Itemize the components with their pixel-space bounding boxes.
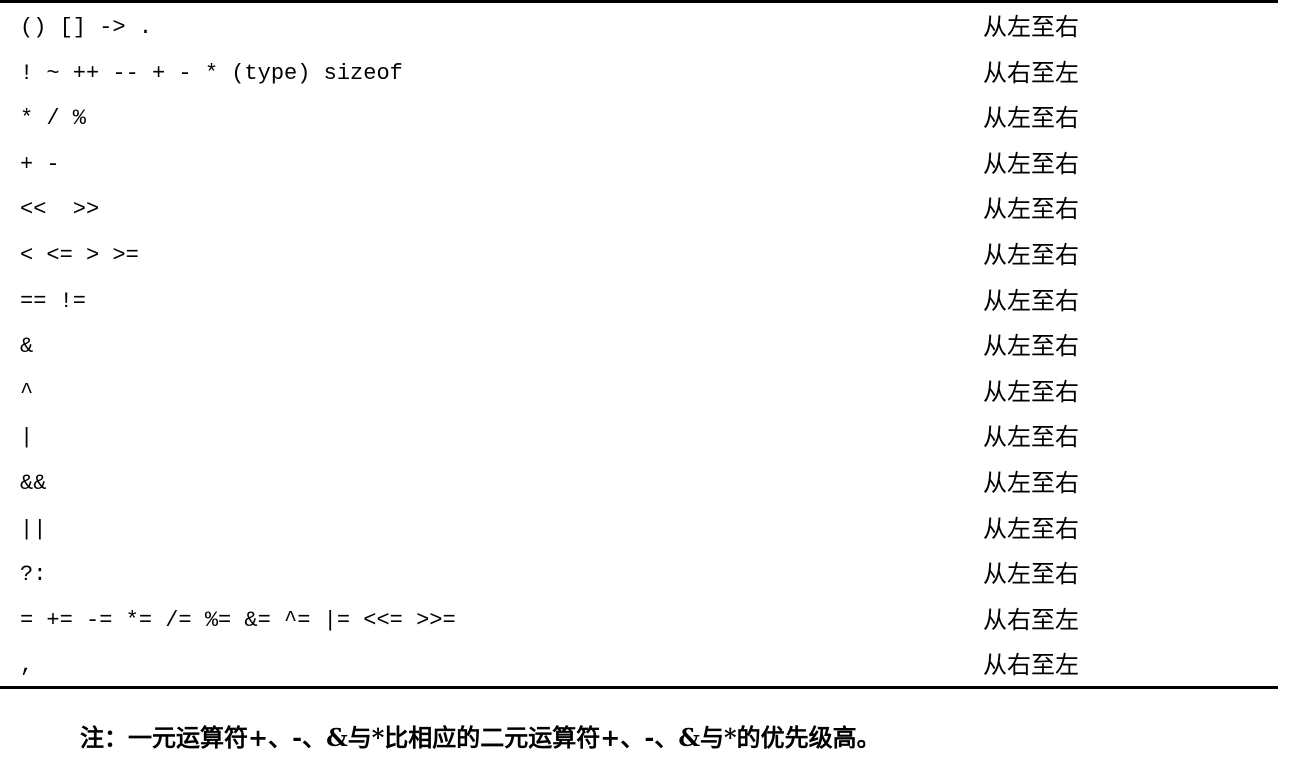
associativity-cell: 从左至右	[983, 13, 1079, 41]
table-row: | 从左至右	[0, 415, 1278, 461]
operators-cell: &&	[20, 470, 47, 496]
operators-cell: < <= > >=	[20, 242, 139, 268]
associativity-cell: 从左至右	[983, 240, 1079, 269]
table-row: ^ 从左至右	[0, 370, 1278, 416]
associativity-cell: 从左至右	[983, 286, 1079, 315]
table-row: + - 从左至右	[0, 142, 1278, 188]
table-row: ?: 从左至右	[0, 552, 1278, 598]
operators-cell: * / %	[20, 106, 87, 132]
operators-cell: |	[20, 425, 34, 451]
associativity-cell: 从左至右	[983, 149, 1079, 178]
table-top-rule	[0, 0, 1278, 3]
associativity-cell: 从左至右	[983, 332, 1079, 361]
operators-cell: << >>	[20, 197, 100, 223]
operators-cell: ||	[20, 516, 47, 542]
operators-cell: = += -= *= /= %= &= ^= |= <<= >>=	[20, 607, 456, 633]
associativity-cell: 从左至右	[983, 560, 1079, 589]
operator-precedence-table: () [] -> . 从左至右 ! ~ ++ -- + - * (type) s…	[0, 5, 1278, 689]
associativity-cell: 从右至左	[983, 651, 1079, 680]
associativity-cell: 从右至左	[983, 605, 1079, 634]
associativity-cell: 从左至右	[983, 514, 1079, 543]
associativity-cell: 从左至右	[983, 468, 1079, 497]
table-row: = += -= *= /= %= &= ^= |= <<= >>= 从右至左	[0, 598, 1278, 644]
table-row: * / % 从左至右	[0, 96, 1278, 142]
associativity-cell: 从右至左	[983, 58, 1079, 87]
operators-cell: () [] -> .	[20, 15, 153, 40]
table-row: || 从左至右	[0, 507, 1278, 553]
table-row: && 从左至右	[0, 461, 1278, 507]
table-row: , 从右至左	[0, 643, 1278, 689]
table-row: () [] -> . 从左至右	[0, 5, 1278, 51]
associativity-cell: 从左至右	[983, 423, 1079, 452]
table-row: < <= > >= 从左至右	[0, 233, 1278, 279]
operators-cell: == !=	[20, 288, 87, 314]
operators-cell: ,	[20, 653, 34, 679]
table-row: << >> 从左至右	[0, 187, 1278, 233]
associativity-cell: 从左至右	[983, 195, 1079, 224]
operators-cell: ?:	[20, 562, 47, 588]
associativity-cell: 从左至右	[983, 377, 1079, 406]
operators-cell: ! ~ ++ -- + - * (type) sizeof	[20, 60, 403, 86]
associativity-cell: 从左至右	[983, 104, 1079, 133]
table-row: == != 从左至右	[0, 279, 1278, 325]
table-row: ! ~ ++ -- + - * (type) sizeof 从右至左	[0, 51, 1278, 97]
table-bottom-rule	[0, 686, 1278, 689]
table-row: & 从左至右	[0, 324, 1278, 370]
operators-cell: ^	[20, 379, 34, 405]
operators-cell: &	[20, 334, 34, 360]
operators-cell: + -	[20, 151, 60, 177]
footnote: 注：一元运算符+、-、&与*比相应的二元运算符+、-、&与*的优先级高。	[80, 723, 881, 752]
